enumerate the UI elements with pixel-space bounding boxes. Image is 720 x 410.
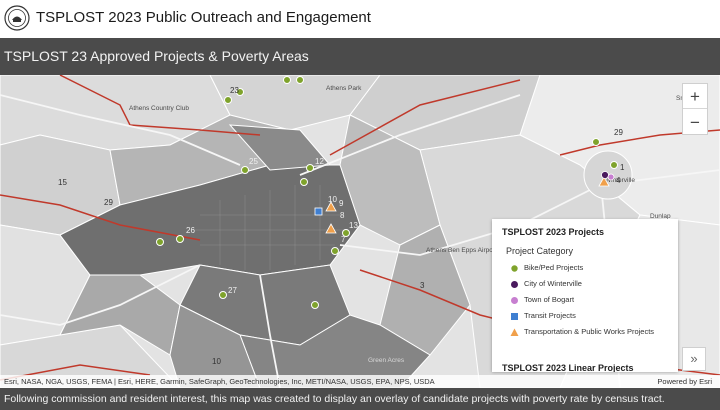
county-seal-icon[interactable] <box>4 5 30 31</box>
map-panel-title: TSPLOST 23 Approved Projects & Poverty A… <box>4 48 309 64</box>
project-number: 23 <box>230 86 239 95</box>
project-marker-bike-ped <box>331 247 339 255</box>
legend-item-label: City of Winterville <box>524 279 582 288</box>
legend-item: Town of Bogart <box>506 293 676 307</box>
legend-item-label: Transportation & Public Works Projects <box>524 327 655 336</box>
project-marker-bike-ped <box>283 76 291 84</box>
legend-linear-title: TSPLOST 2023 Linear Projects <box>502 363 634 372</box>
legend-category-heading: Project Category <box>506 246 574 256</box>
project-number: 4 <box>616 176 621 185</box>
project-number: 1 <box>620 163 625 172</box>
project-number: 27 <box>228 286 237 295</box>
project-number: 3 <box>420 281 425 290</box>
project-marker-bike-ped <box>300 178 308 186</box>
project-marker-bike-ped <box>311 301 319 309</box>
legend-linear-projects: TSPLOST 2023 Linear Projects <box>492 360 678 372</box>
legend-item: Transportation & Public Works Projects <box>506 325 676 339</box>
project-number: 8 <box>340 211 345 220</box>
project-number: 25 <box>249 157 258 166</box>
zoom-controls: + − <box>682 83 708 135</box>
app-header: TSPLOST 2023 Public Outreach and Engagem… <box>0 0 720 38</box>
project-number: 10 <box>328 195 337 204</box>
legend-item-label: Bike/Ped Projects <box>524 263 584 272</box>
legend-item-label: Town of Bogart <box>524 295 575 304</box>
map-attribution: Esri, NASA, NGA, USGS, FEMA | Esri, HERE… <box>0 375 720 388</box>
project-marker-bike-ped <box>156 238 164 246</box>
project-marker-transportation <box>325 223 337 234</box>
project-marker-bike-ped <box>224 96 232 104</box>
project-marker-bogart <box>607 173 615 181</box>
map-legend[interactable]: TSPLOST 2023 Projects Project Category B… <box>492 219 678 371</box>
project-number: 13 <box>349 221 358 230</box>
map-panel-header: TSPLOST 23 Approved Projects & Poverty A… <box>0 38 720 75</box>
project-marker-bike-ped <box>219 291 227 299</box>
expand-legend-button[interactable]: » <box>682 347 706 371</box>
bogart-circle-icon <box>511 297 518 304</box>
powered-by-esri[interactable]: Powered by Esri <box>657 377 712 386</box>
project-marker-bike-ped <box>176 235 184 243</box>
legend-item-label: Transit Projects <box>524 311 576 320</box>
attribution-text[interactable]: Esri, NASA, NGA, USGS, FEMA | Esri, HERE… <box>4 377 435 386</box>
legend-item: Transit Projects <box>506 309 676 323</box>
map-caption: Following commission and resident intere… <box>4 393 665 405</box>
zoom-in-button[interactable]: + <box>683 84 707 109</box>
project-number: 26 <box>186 226 195 235</box>
project-number: 7 <box>341 235 346 244</box>
legend-title: TSPLOST 2023 Projects <box>502 227 605 237</box>
project-marker-bike-ped <box>610 161 618 169</box>
project-marker-transit <box>314 207 323 216</box>
project-marker-winterville <box>601 171 609 179</box>
project-marker-bike-ped <box>306 164 314 172</box>
project-marker-bike-ped <box>296 76 304 84</box>
project-marker-bike-ped <box>592 138 600 146</box>
legend-item: City of Winterville <box>506 277 676 291</box>
project-number: 12 <box>315 157 324 166</box>
legend-item: Bike/Ped Projects <box>506 261 676 275</box>
bike-ped-circle-icon <box>510 264 519 273</box>
project-number: 9 <box>339 199 344 208</box>
map-view[interactable]: Athens Country Club Athens Park Athens B… <box>0 75 720 388</box>
transit-square-icon <box>511 313 518 320</box>
winterville-circle-icon <box>511 281 518 288</box>
project-marker-bike-ped <box>241 166 249 174</box>
zoom-out-button[interactable]: − <box>683 110 707 135</box>
transportation-triangle-icon <box>510 328 519 336</box>
map-caption-bar: Following commission and resident intere… <box>0 388 720 410</box>
app-title: TSPLOST 2023 Public Outreach and Engagem… <box>36 9 371 26</box>
